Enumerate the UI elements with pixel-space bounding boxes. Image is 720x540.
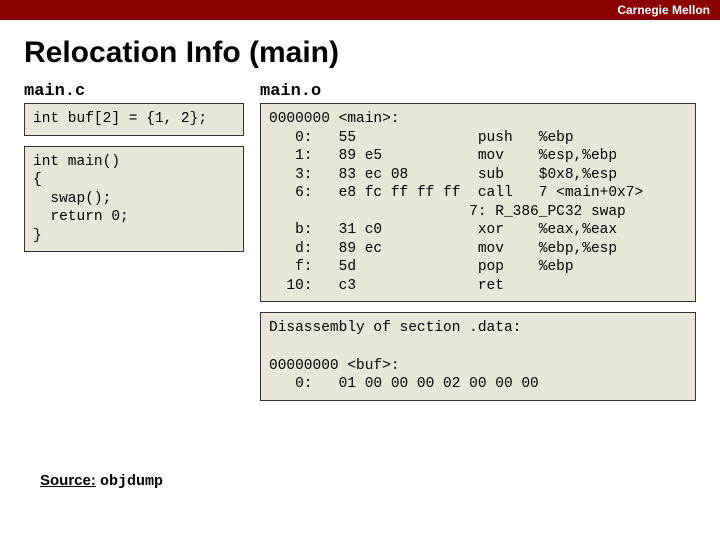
- source-label: Source:: [40, 472, 96, 489]
- source-line: Source: objdump: [40, 472, 163, 490]
- org-label: Carnegie Mellon: [617, 0, 720, 20]
- left-column: main.c int buf[2] = {1, 2}; int main() {…: [24, 82, 244, 262]
- buf-decl-code: int buf[2] = {1, 2};: [24, 103, 244, 136]
- slide-body: Relocation Info (main) main.c int buf[2]…: [0, 20, 720, 411]
- slide-title: Relocation Info (main): [24, 36, 696, 70]
- disasm-text-code: 0000000 <main>: 0: 55 push %ebp 1: 89 e5…: [260, 103, 696, 302]
- source-value: objdump: [100, 473, 163, 490]
- top-bar: Carnegie Mellon: [0, 0, 720, 20]
- content-columns: main.c int buf[2] = {1, 2}; int main() {…: [24, 82, 696, 411]
- main-func-code: int main() { swap(); return 0; }: [24, 146, 244, 253]
- data-section-code: Disassembly of section .data: 00000000 <…: [260, 312, 696, 400]
- main-c-label: main.c: [24, 82, 244, 101]
- main-o-label: main.o: [260, 82, 696, 101]
- right-column: main.o 0000000 <main>: 0: 55 push %ebp 1…: [260, 82, 696, 411]
